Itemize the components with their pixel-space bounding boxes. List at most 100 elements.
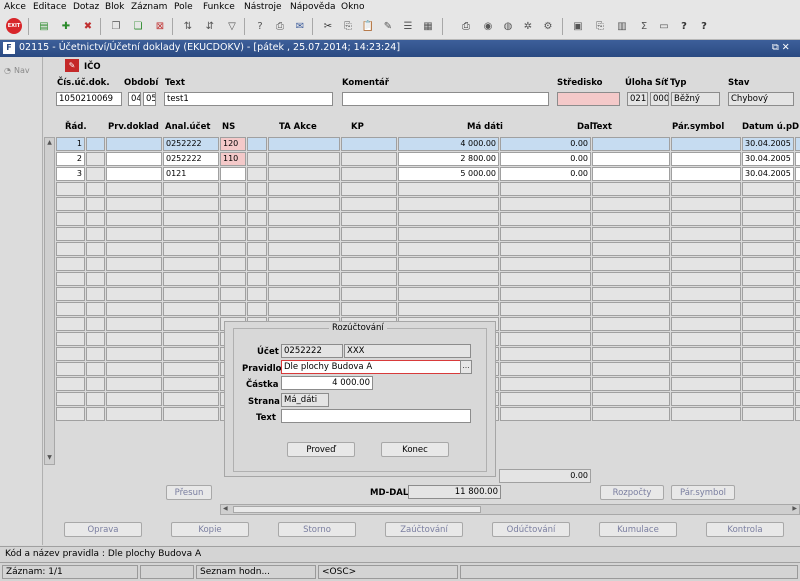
- cell-par[interactable]: [671, 242, 741, 256]
- insert-record-icon[interactable]: ✚: [58, 18, 74, 34]
- cell-c3[interactable]: [592, 242, 670, 256]
- cell-anal[interactable]: [163, 257, 219, 271]
- cell-dal[interactable]: [500, 197, 591, 211]
- cell-par[interactable]: [671, 302, 741, 316]
- cell-datum[interactable]: [742, 257, 794, 271]
- cell-ta[interactable]: [268, 257, 340, 271]
- cell-dal[interactable]: 0.00: [500, 167, 591, 181]
- cell-row[interactable]: [56, 362, 85, 376]
- cell-par[interactable]: [671, 377, 741, 391]
- cell-dal[interactable]: [500, 317, 591, 331]
- cell-c1[interactable]: [86, 152, 105, 166]
- cell-ma_dati[interactable]: 5 000.00: [398, 167, 499, 181]
- dialog-text-field[interactable]: [281, 409, 471, 423]
- cell-par[interactable]: [671, 407, 741, 421]
- cell-row[interactable]: [56, 317, 85, 331]
- edit-icon[interactable]: ✎: [380, 18, 396, 34]
- cell-c1[interactable]: [86, 302, 105, 316]
- cell-c1[interactable]: [86, 392, 105, 406]
- cell-c2[interactable]: [247, 302, 267, 316]
- cell-c3[interactable]: [592, 212, 670, 226]
- cell-c2[interactable]: [247, 287, 267, 301]
- print-icon[interactable]: ⎙: [458, 18, 474, 34]
- cell-ma_dati[interactable]: [398, 272, 499, 286]
- cell-c1[interactable]: [86, 197, 105, 211]
- proved-button[interactable]: Proveď: [287, 442, 355, 457]
- period-year-field[interactable]: 05: [143, 92, 156, 106]
- cell-d[interactable]: [795, 392, 800, 406]
- copy-icon[interactable]: ❐: [108, 18, 124, 34]
- cell-c2[interactable]: [247, 257, 267, 271]
- cell-c2[interactable]: [247, 197, 267, 211]
- cell-anal[interactable]: [163, 347, 219, 361]
- cell-anal[interactable]: [163, 197, 219, 211]
- new-record-icon[interactable]: ▤: [36, 18, 52, 34]
- cell-ma_dati[interactable]: 4 000.00: [398, 137, 499, 151]
- cell-row[interactable]: [56, 272, 85, 286]
- table-row[interactable]: [56, 272, 800, 286]
- cell-c1[interactable]: [86, 377, 105, 391]
- cell-ma_dati[interactable]: 2 800.00: [398, 152, 499, 166]
- sort-desc-icon[interactable]: ⇵: [202, 18, 218, 34]
- cell-kp[interactable]: [341, 287, 397, 301]
- cell-ns[interactable]: [220, 272, 246, 286]
- table-row[interactable]: [56, 242, 800, 256]
- cell-c1[interactable]: [86, 347, 105, 361]
- cell-anal[interactable]: [163, 287, 219, 301]
- cell-prv[interactable]: [106, 347, 162, 361]
- delete-record-icon[interactable]: ✖: [80, 18, 96, 34]
- cell-anal[interactable]: [163, 272, 219, 286]
- table-row[interactable]: [56, 197, 800, 211]
- menu-funkce[interactable]: Funkce: [203, 2, 235, 12]
- cell-c3[interactable]: [592, 182, 670, 196]
- cell-datum[interactable]: [742, 197, 794, 211]
- cell-par[interactable]: [671, 332, 741, 346]
- cell-ns[interactable]: 120: [220, 137, 246, 151]
- table-row[interactable]: 1 0252222 120 4 000.00 0.00 30.04.2005: [56, 137, 800, 151]
- cell-c1[interactable]: [86, 317, 105, 331]
- cell-kp[interactable]: [341, 272, 397, 286]
- cell-c1[interactable]: [86, 227, 105, 241]
- settings-icon[interactable]: ✲: [520, 18, 536, 34]
- cell-dal[interactable]: [500, 287, 591, 301]
- text-field[interactable]: test1: [164, 92, 333, 106]
- rozpocty-button[interactable]: Rozpočty: [600, 485, 664, 500]
- cell-ns[interactable]: [220, 197, 246, 211]
- cell-ma_dati[interactable]: [398, 182, 499, 196]
- cell-datum[interactable]: [742, 362, 794, 376]
- cell-prv[interactable]: [106, 242, 162, 256]
- menu-napoveda[interactable]: Nápověda: [290, 2, 336, 12]
- cell-kp[interactable]: [341, 212, 397, 226]
- cell-ta[interactable]: [268, 137, 340, 151]
- table-icon[interactable]: ▦: [420, 18, 436, 34]
- cell-kp[interactable]: [341, 182, 397, 196]
- cell-row[interactable]: [56, 332, 85, 346]
- cell-anal[interactable]: 0252222: [163, 152, 219, 166]
- cell-ta[interactable]: [268, 197, 340, 211]
- cell-row[interactable]: [56, 212, 85, 226]
- cell-row[interactable]: [56, 347, 85, 361]
- cell-datum[interactable]: [742, 212, 794, 226]
- cell-ta[interactable]: [268, 242, 340, 256]
- cell-c1[interactable]: [86, 257, 105, 271]
- cell-d[interactable]: [795, 347, 800, 361]
- cell-c3[interactable]: [592, 332, 670, 346]
- cell-dal[interactable]: [500, 407, 591, 421]
- cell-datum[interactable]: [742, 242, 794, 256]
- nav-label[interactable]: Nav: [14, 66, 30, 75]
- cell-row[interactable]: [56, 287, 85, 301]
- storno-button[interactable]: Storno: [278, 522, 356, 537]
- cell-kp[interactable]: [341, 302, 397, 316]
- cell-c3[interactable]: [592, 302, 670, 316]
- table-row[interactable]: [56, 257, 800, 271]
- cell-datum[interactable]: [742, 302, 794, 316]
- report-icon[interactable]: ▣: [570, 18, 586, 34]
- ucet-field[interactable]: 0252222: [281, 344, 343, 358]
- cell-c3[interactable]: [592, 152, 670, 166]
- cell-anal[interactable]: [163, 227, 219, 241]
- cell-ns[interactable]: 110: [220, 152, 246, 166]
- cell-ma_dati[interactable]: [398, 287, 499, 301]
- ico-icon[interactable]: ✎: [65, 59, 79, 72]
- presun-button[interactable]: Přesun: [166, 485, 212, 500]
- cell-c2[interactable]: [247, 167, 267, 181]
